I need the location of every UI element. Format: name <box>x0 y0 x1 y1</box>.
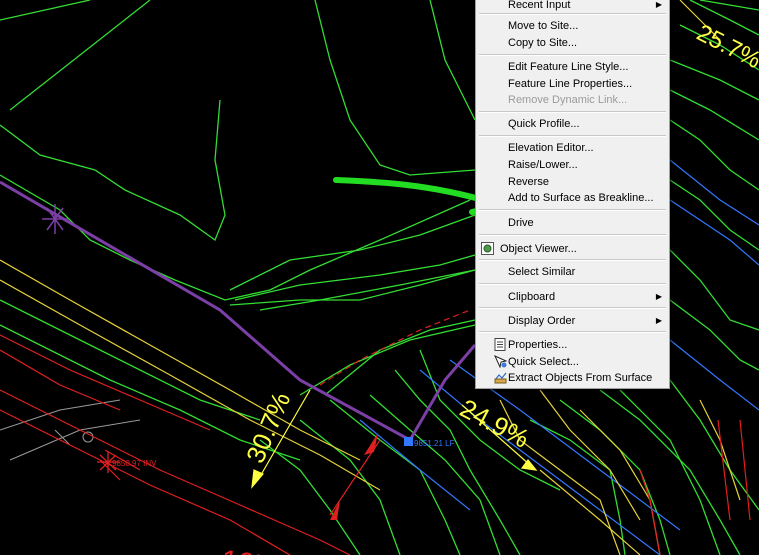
menu-item-recent-input[interactable]: Recent Input ▶ <box>476 0 669 13</box>
extract-objects-icon <box>494 372 507 384</box>
submenu-arrow-icon: ▶ <box>655 292 662 301</box>
menu-item-properties[interactable]: Properties... <box>476 337 669 353</box>
menu-item-elevation-editor[interactable]: Elevation Editor... <box>476 140 669 156</box>
menu-separator <box>479 111 666 113</box>
menu-item-edit-feature-line-style[interactable]: Edit Feature Line Style... <box>476 59 669 75</box>
menu-item-feature-line-properties[interactable]: Feature Line Properties... <box>476 76 669 92</box>
menu-separator <box>479 283 666 285</box>
menu-item-copy-to-site[interactable]: Copy to Site... <box>476 35 669 51</box>
menu-separator <box>479 307 666 309</box>
quick-select-icon <box>494 355 507 368</box>
submenu-arrow-icon: ▶ <box>655 316 662 325</box>
menu-item-remove-dynamic-link: Remove Dynamic Link... <box>508 94 628 106</box>
menu-separator <box>479 54 666 56</box>
menu-item-object-viewer[interactable]: Object Viewer... <box>476 241 669 257</box>
menu-item-raise-lower[interactable]: Raise/Lower... <box>476 157 669 173</box>
menu-item-label: Display Order <box>508 315 576 327</box>
red-markers <box>330 433 378 520</box>
properties-icon <box>494 338 506 351</box>
feature-line-grip[interactable] <box>404 437 413 446</box>
menu-item-label: Recent Input <box>508 0 571 11</box>
dimension-label: 10' <box>219 544 262 555</box>
submenu-arrow-icon: ▶ <box>655 0 662 9</box>
object-viewer-icon <box>481 242 494 255</box>
menu-item-add-to-surface-as-breakline[interactable]: Add to Surface as Breakline... <box>476 190 669 206</box>
slope-label-24-9: 24.9% <box>455 393 534 454</box>
menu-item-display-order[interactable]: Display Order ▶ <box>476 313 669 329</box>
menu-item-reverse[interactable]: Reverse <box>476 174 669 190</box>
menu-item-label: Quick Select... <box>508 356 579 368</box>
menu-item-label: Clipboard <box>508 291 556 303</box>
menu-item-drive[interactable]: Drive <box>476 215 669 231</box>
menu-separator <box>479 259 666 261</box>
elevation-label-lf: 9851.21 LF <box>414 439 455 448</box>
menu-separator <box>479 135 666 137</box>
menu-item-quick-select[interactable]: Quick Select... <box>476 354 669 370</box>
menu-item-clipboard[interactable]: Clipboard ▶ <box>476 289 669 305</box>
menu-separator <box>479 331 666 333</box>
menu-item-move-to-site[interactable]: Move to Site... <box>476 18 669 34</box>
menu-item-select-similar[interactable]: Select Similar <box>476 264 669 280</box>
elevation-label-inv: 9850.97 INV <box>112 459 157 468</box>
context-menu: Recent Input ▶ Move to Site... Copy to S… <box>475 0 670 389</box>
menu-separator <box>479 13 666 15</box>
menu-item-label: Properties... <box>508 339 568 351</box>
menu-separator <box>479 234 666 236</box>
menu-item-label: Object Viewer... <box>500 243 577 255</box>
menu-item-label: Extract Objects From Surface <box>508 372 653 384</box>
menu-item-extract-objects-from-surface[interactable]: Extract Objects From Surface <box>476 370 669 386</box>
slope-label-25-7: 25.7% <box>692 19 759 74</box>
menu-separator <box>479 209 666 211</box>
menu-item-quick-profile[interactable]: Quick Profile... <box>476 116 669 132</box>
